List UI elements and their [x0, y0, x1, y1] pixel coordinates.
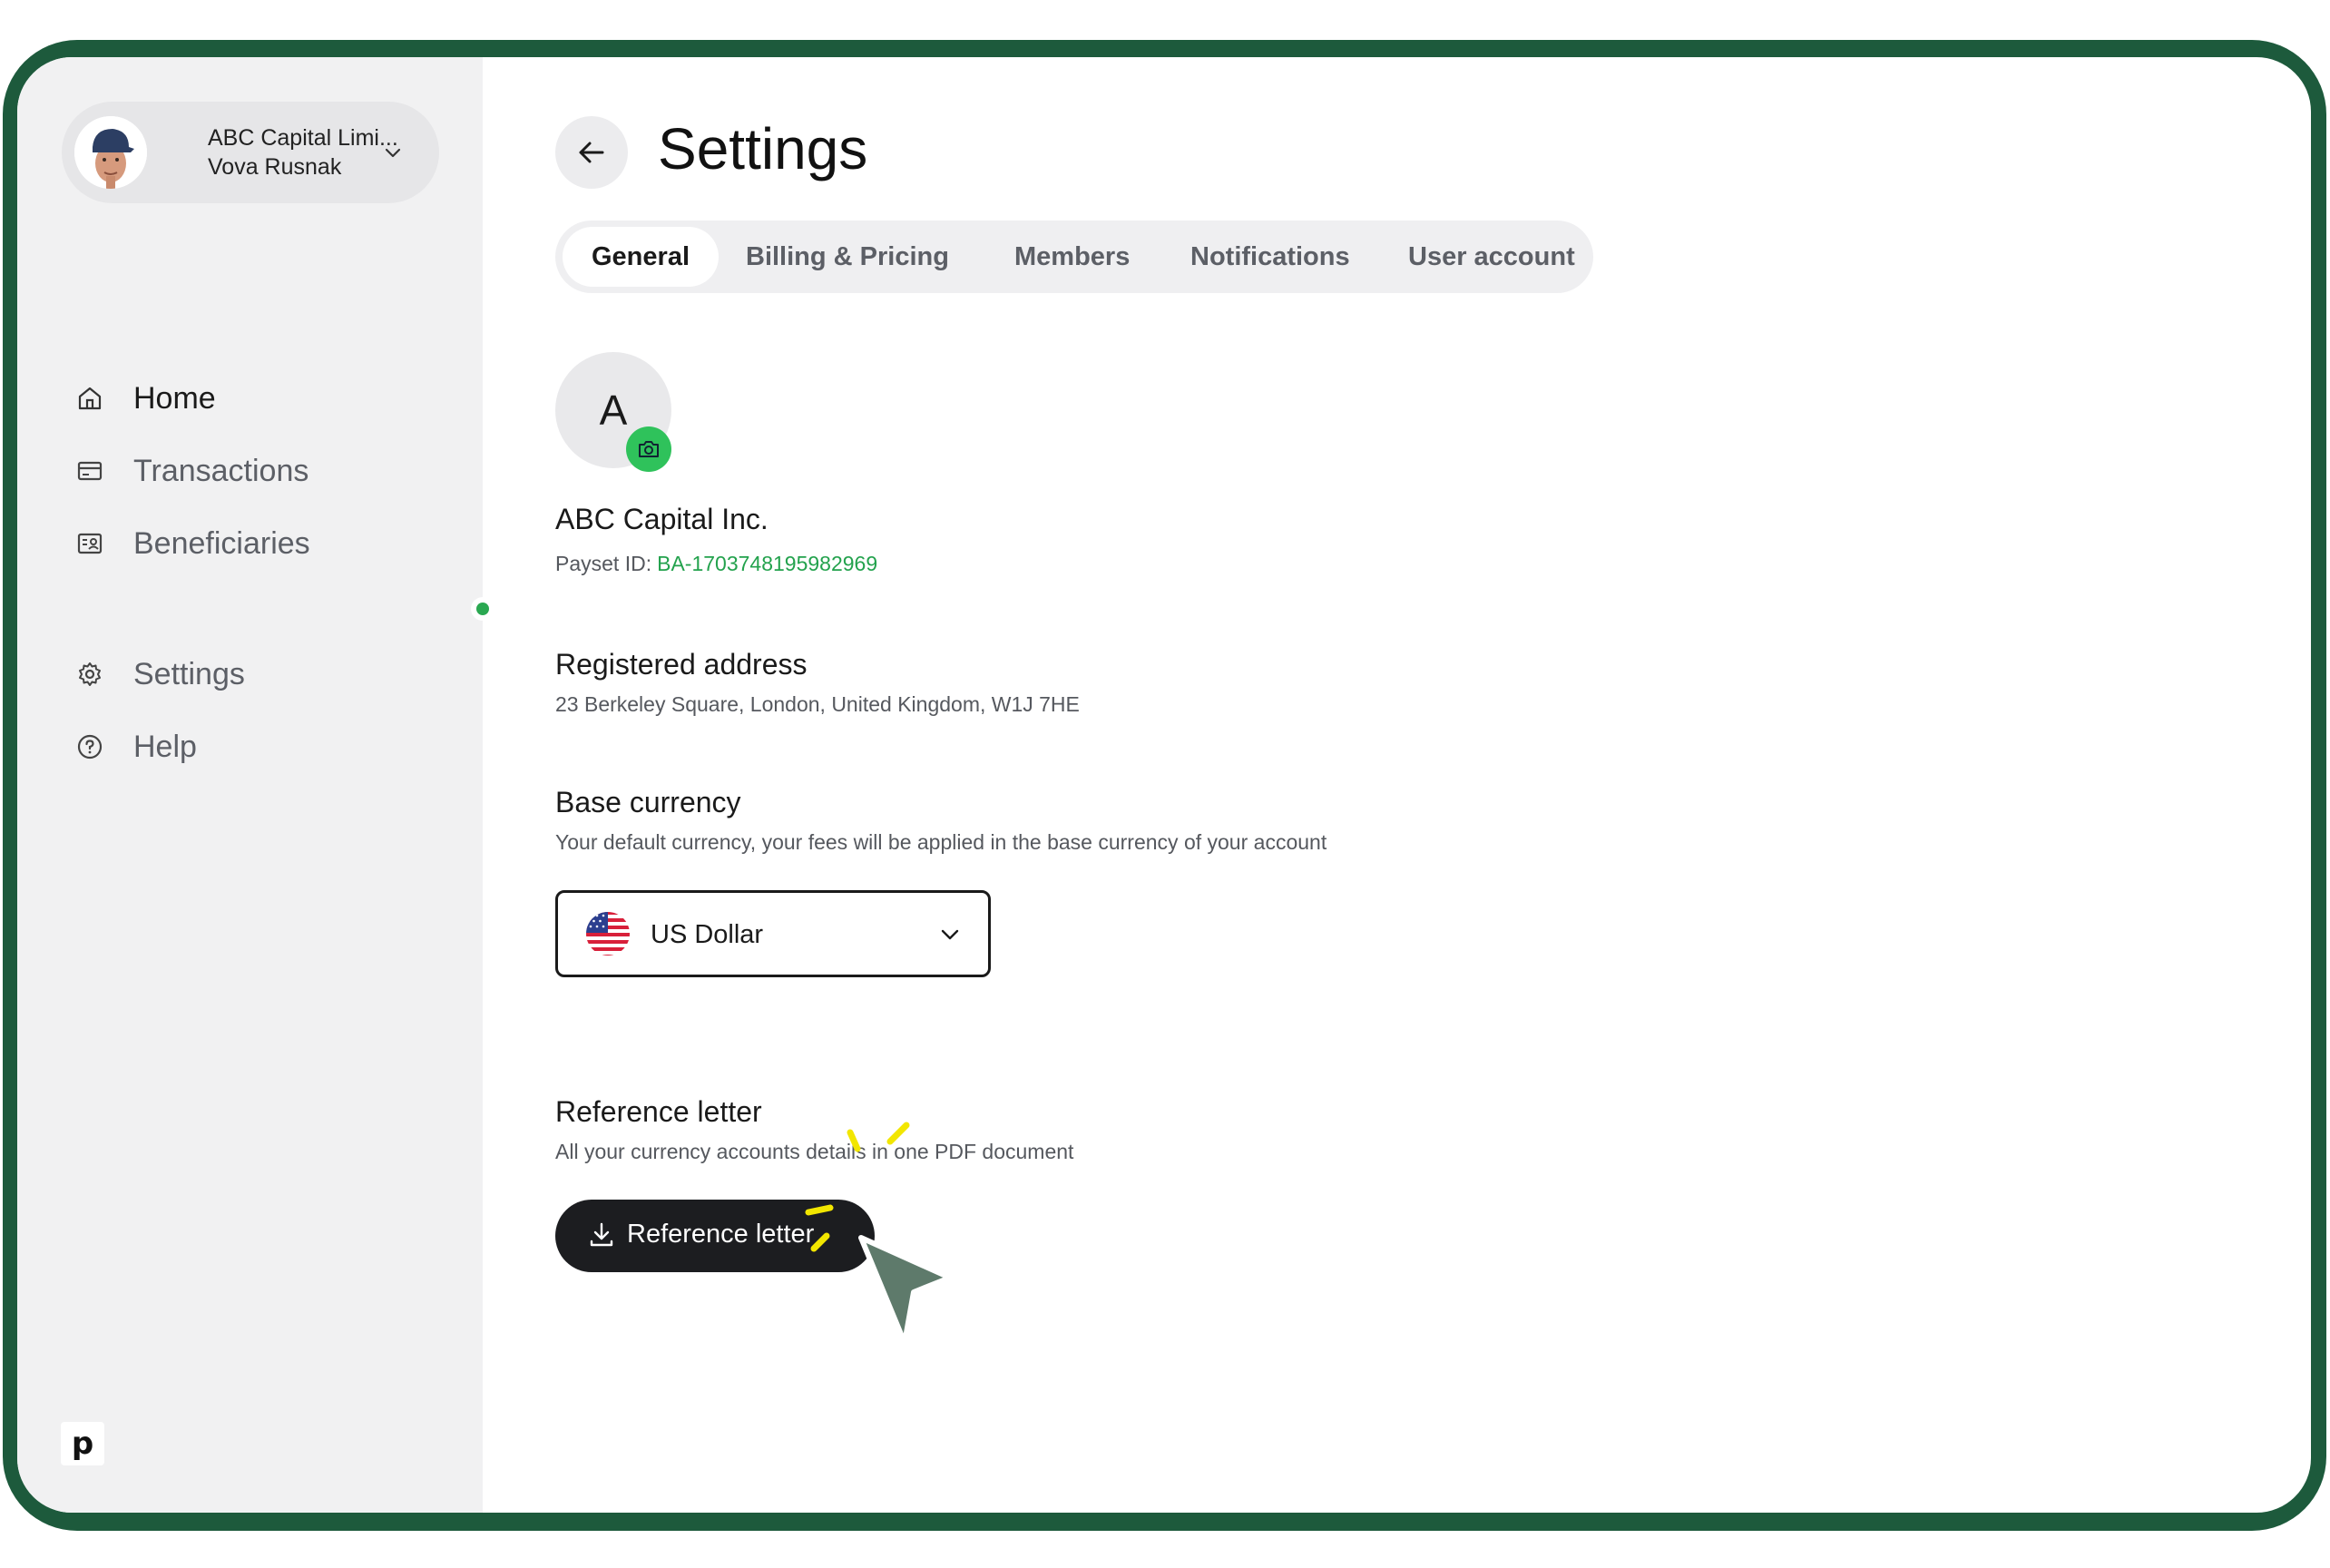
account-user-name: Vova Rusnak — [208, 154, 342, 180]
reference-letter-title: Reference letter — [555, 1095, 762, 1128]
account-company-name: ABC Capital Limi... — [208, 125, 398, 151]
nav-label-settings: Settings — [133, 656, 245, 691]
payset-id-label: Payset ID: — [555, 552, 652, 575]
tab-notifications[interactable]: Notifications — [1190, 227, 1350, 287]
reference-letter-description: All your currency accounts details in on… — [555, 1140, 1074, 1163]
avatar — [74, 116, 147, 189]
tab-general[interactable]: General — [563, 227, 719, 287]
contacts-icon — [72, 525, 108, 562]
brand-logo: p — [61, 1422, 104, 1465]
gear-icon — [72, 656, 108, 692]
reference-letter-button[interactable]: Reference letter — [555, 1200, 875, 1272]
nav-item-home[interactable]: Home — [72, 371, 453, 426]
tab-members[interactable]: Members — [1014, 227, 1130, 287]
arrow-left-icon — [579, 142, 604, 163]
nav-label-home: Home — [133, 380, 216, 416]
currency-select[interactable]: US Dollar — [555, 890, 991, 977]
registered-address-title: Registered address — [555, 648, 808, 681]
us-flag-icon — [586, 912, 630, 956]
nav-item-help[interactable]: Help — [72, 720, 453, 774]
camera-icon — [639, 441, 659, 457]
payset-id-row: Payset ID: BA-1703748195982969 — [555, 552, 877, 576]
nav-item-beneficiaries[interactable]: Beneficiaries — [72, 516, 453, 571]
download-icon — [590, 1222, 613, 1247]
home-icon — [72, 380, 108, 416]
nav-label-transactions: Transactions — [133, 453, 309, 488]
active-indicator — [471, 597, 494, 621]
nav-item-transactions[interactable]: Transactions — [72, 444, 453, 498]
account-switcher[interactable]: ABC Capital Limi... Vova Rusnak — [62, 102, 439, 203]
upload-photo-button[interactable] — [626, 426, 671, 472]
currency-select-value: US Dollar — [651, 920, 764, 949]
page-title: Settings — [658, 116, 868, 181]
sidebar: ABC Capital Limi... Vova Rusnak Home Tra… — [17, 57, 483, 1513]
base-currency-title: Base currency — [555, 786, 741, 818]
company-name: ABC Capital Inc. — [555, 503, 769, 535]
help-icon — [72, 729, 108, 765]
payset-id-value[interactable]: BA-1703748195982969 — [657, 552, 877, 575]
nav-item-settings[interactable]: Settings — [72, 647, 453, 701]
registered-address-value: 23 Berkeley Square, London, United Kingd… — [555, 692, 1080, 716]
reference-letter-button-label: Reference letter — [627, 1220, 815, 1249]
card-icon — [72, 453, 108, 489]
app-screen: ABC Capital Limi... Vova Rusnak Home Tra… — [17, 57, 2311, 1513]
nav-label-beneficiaries: Beneficiaries — [133, 525, 310, 561]
nav-label-help: Help — [133, 729, 197, 764]
back-button[interactable] — [555, 116, 628, 189]
chevron-down-icon — [941, 929, 959, 940]
base-currency-description: Your default currency, your fees will be… — [555, 830, 1327, 854]
chevron-down-icon — [385, 148, 401, 158]
tab-billing[interactable]: Billing & Pricing — [746, 227, 949, 287]
tab-user-account[interactable]: User account — [1408, 227, 1575, 287]
settings-tabs: General Billing & Pricing Members Notifi… — [555, 220, 1593, 293]
